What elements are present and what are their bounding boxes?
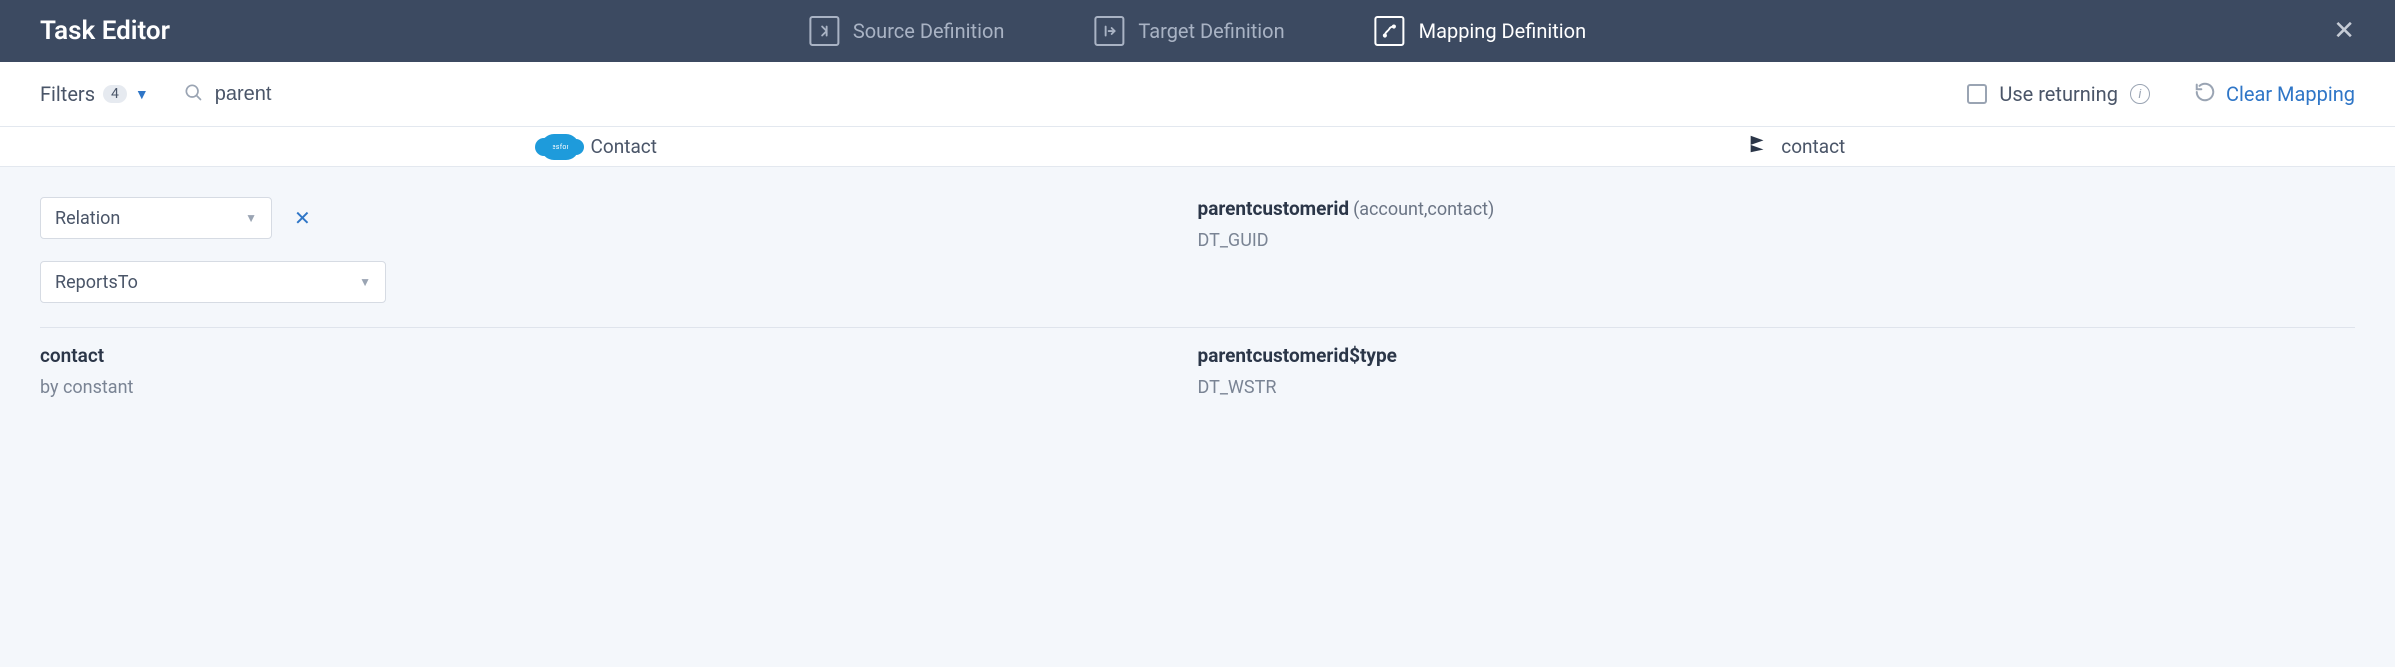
mapping-row: contact by constant parentcustomerid$typ… (40, 327, 2355, 422)
mapping-left: Relation ▼ ✕ ReportsTo ▼ (40, 197, 1198, 303)
constant-value: contact (40, 344, 1178, 367)
clear-mapping-button[interactable]: Clear Mapping (2194, 81, 2355, 108)
dynamics-icon (1747, 133, 1769, 160)
reset-icon (2194, 81, 2216, 108)
mapping-right: parentcustomerid$type DT_WSTR (1198, 344, 2356, 398)
target-field-type: DT_WSTR (1198, 377, 2356, 398)
tab-source-definition[interactable]: Source Definition (809, 16, 1005, 46)
tab-label: Mapping Definition (1419, 19, 1586, 43)
search-icon (183, 82, 203, 106)
target-object-label: contact (1781, 135, 1845, 158)
info-icon[interactable]: i (2130, 84, 2150, 104)
target-field-type: DT_GUID (1198, 230, 2356, 251)
checkbox-empty-icon (1967, 84, 1987, 104)
target-definition-icon (1094, 16, 1124, 46)
target-field-name: parentcustomerid$type (1198, 344, 1397, 367)
salesforce-icon: salesforce (541, 134, 579, 160)
toolbar: Filters 4 ▼ Use returning i Clear Mappin… (0, 62, 2395, 127)
remove-mapping-icon[interactable]: ✕ (294, 206, 311, 230)
page-title: Task Editor (40, 16, 170, 46)
target-field-name: parentcustomerid (1198, 197, 1350, 220)
tab-mapping-definition[interactable]: Mapping Definition (1375, 16, 1586, 46)
header-tabs: Source Definition Target Definition Mapp… (809, 16, 1586, 46)
tab-target-definition[interactable]: Target Definition (1094, 16, 1284, 46)
mapping-right: parentcustomerid (account,contact) DT_GU… (1198, 197, 2356, 251)
clear-mapping-label: Clear Mapping (2226, 82, 2355, 106)
mapping-left: contact by constant (40, 344, 1198, 398)
target-field-annotation: (account,contact) (1353, 199, 1494, 220)
header-bar: Task Editor Source Definition Target Def… (0, 0, 2395, 62)
mapping-type-select[interactable]: Relation ▼ (40, 197, 272, 239)
source-column-header: salesforce Contact (0, 127, 1198, 166)
chevron-down-icon: ▼ (359, 275, 371, 289)
source-definition-icon (809, 16, 839, 46)
filters-button[interactable]: Filters 4 ▼ (40, 82, 149, 106)
use-returning-toggle[interactable]: Use returning i (1967, 82, 2150, 106)
mapping-definition-icon (1375, 16, 1405, 46)
filters-label: Filters (40, 82, 95, 106)
toolbar-right: Use returning i Clear Mapping (1967, 81, 2355, 108)
filters-count-badge: 4 (103, 85, 127, 103)
constant-sub: by constant (40, 377, 1178, 398)
mapping-row: Relation ▼ ✕ ReportsTo ▼ parentcustomeri… (40, 181, 2355, 327)
relation-select[interactable]: ReportsTo ▼ (40, 261, 386, 303)
search-input[interactable] (215, 83, 495, 106)
target-column-header: contact (1198, 127, 2395, 166)
chevron-down-icon: ▼ (245, 211, 257, 225)
close-icon[interactable]: ✕ (2333, 16, 2355, 46)
mapping-body: Relation ▼ ✕ ReportsTo ▼ parentcustomeri… (0, 167, 2395, 462)
use-returning-label: Use returning (1999, 82, 2118, 106)
tab-label: Target Definition (1138, 19, 1284, 43)
source-object-label: Contact (591, 135, 657, 158)
select-value: Relation (55, 208, 120, 229)
column-headers: salesforce Contact contact (0, 127, 2395, 167)
search-wrap (183, 82, 495, 106)
chevron-down-icon: ▼ (135, 86, 149, 103)
tab-label: Source Definition (853, 19, 1005, 43)
select-value: ReportsTo (55, 272, 138, 293)
